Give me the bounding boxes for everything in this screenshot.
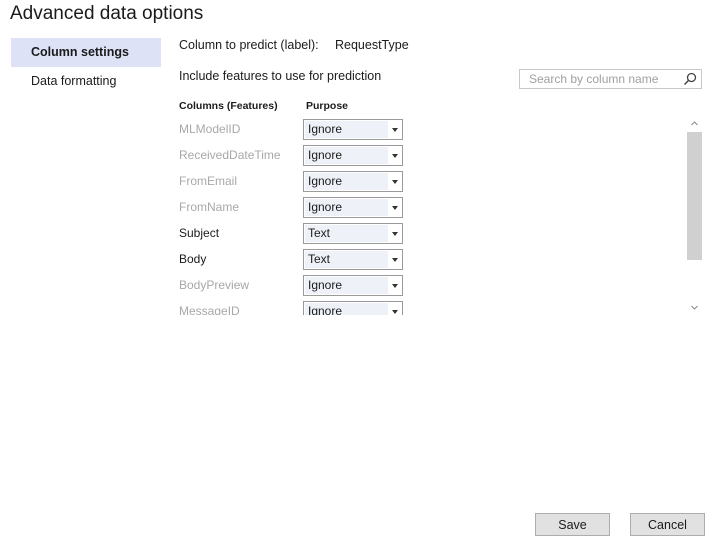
table-row: MessageID Ignore [179, 299, 409, 315]
chevron-down-icon [392, 258, 398, 262]
table-row: FromEmail Ignore [179, 169, 409, 195]
label-value: RequestType [335, 38, 409, 52]
label-caption: Column to predict (label): [179, 38, 319, 52]
chevron-down-icon [392, 310, 398, 314]
search-box [519, 69, 702, 89]
column-name: MessageID [179, 304, 240, 315]
nav-item-column-settings[interactable]: Column settings [11, 38, 161, 67]
purpose-dropdown[interactable]: Ignore [303, 171, 403, 192]
purpose-value: Text [305, 225, 388, 242]
table-row: Subject Text [179, 221, 409, 247]
scrollbar-thumb[interactable] [687, 132, 702, 260]
table-row: MLModelID Ignore [179, 117, 409, 143]
purpose-dropdown[interactable]: Ignore [303, 301, 403, 315]
search-icon[interactable] [683, 72, 697, 86]
purpose-value: Ignore [305, 121, 388, 138]
purpose-value: Ignore [305, 199, 388, 216]
chevron-down-icon [392, 232, 398, 236]
purpose-value: Ignore [305, 173, 388, 190]
purpose-dropdown[interactable]: Text [303, 249, 403, 270]
table-row: FromName Ignore [179, 195, 409, 221]
column-name: Subject [179, 226, 220, 240]
table-row: ReceivedDateTime Ignore [179, 143, 409, 169]
column-name: FromName [179, 200, 240, 214]
purpose-dropdown[interactable]: Ignore [303, 197, 403, 218]
purpose-value: Ignore [305, 277, 388, 294]
purpose-value: Ignore [305, 147, 388, 164]
cancel-button[interactable]: Cancel [630, 513, 705, 536]
purpose-dropdown[interactable]: Ignore [303, 275, 403, 296]
column-name: BodyPreview [179, 278, 250, 292]
chevron-up-icon[interactable] [687, 116, 702, 131]
column-name: MLModelID [179, 122, 241, 136]
label-row: Column to predict (label): RequestType [179, 38, 409, 52]
dialog-title: Advanced data options [10, 3, 204, 24]
column-name: FromEmail [179, 174, 238, 188]
feature-list: MLModelID Ignore ReceivedDateTime Ignore… [179, 117, 409, 315]
chevron-down-icon [392, 206, 398, 210]
purpose-value: Text [305, 251, 388, 268]
purpose-dropdown[interactable]: Ignore [303, 145, 403, 166]
nav-item-data-formatting[interactable]: Data formatting [11, 67, 161, 96]
list-scrollbar[interactable] [687, 116, 702, 315]
purpose-dropdown[interactable]: Ignore [303, 119, 403, 140]
include-features-text: Include features to use for prediction [179, 69, 382, 83]
side-nav: Column settings Data formatting [11, 38, 161, 96]
search-input[interactable] [520, 70, 687, 88]
column-name: ReceivedDateTime [179, 148, 281, 162]
column-header-features: Columns (Features) [179, 100, 278, 112]
chevron-down-icon [392, 128, 398, 132]
chevron-down-icon [392, 284, 398, 288]
column-name: Body [179, 252, 207, 266]
purpose-value: Ignore [305, 303, 388, 315]
table-row: BodyPreview Ignore [179, 273, 409, 299]
table-row: Body Text [179, 247, 409, 273]
chevron-down-icon [392, 154, 398, 158]
purpose-dropdown[interactable]: Text [303, 223, 403, 244]
save-button[interactable]: Save [535, 513, 610, 536]
chevron-down-icon[interactable] [687, 300, 702, 315]
chevron-down-icon [392, 180, 398, 184]
column-header-purpose: Purpose [306, 100, 349, 112]
